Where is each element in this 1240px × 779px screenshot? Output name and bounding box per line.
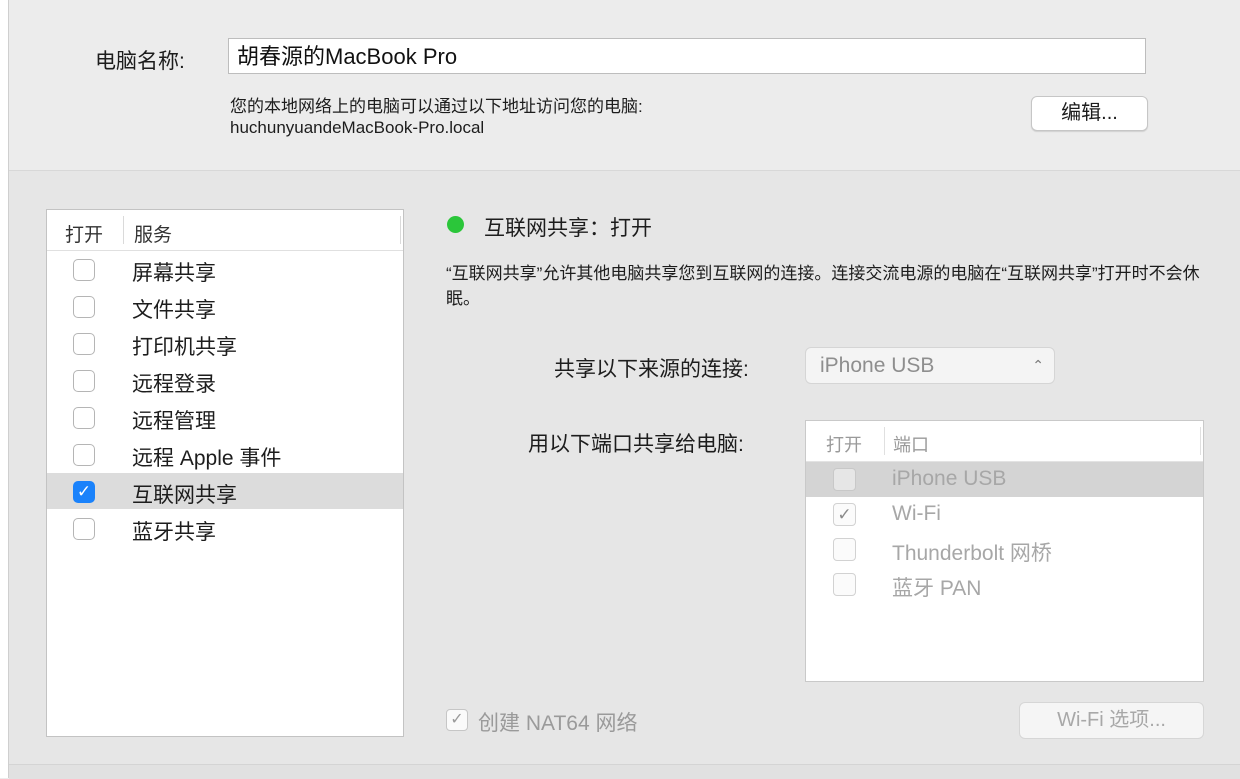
port-row[interactable]: ✓ Wi-Fi <box>806 497 1203 532</box>
port-checkbox[interactable] <box>833 573 856 596</box>
port-label: Thunderbolt 网桥 <box>892 542 1052 565</box>
header-on: 打开 <box>65 225 104 246</box>
column-separator <box>400 216 401 244</box>
share-source-select[interactable]: iPhone USB ⌃ <box>805 347 1055 384</box>
service-row[interactable]: 蓝牙共享 <box>47 510 403 546</box>
column-separator <box>1200 427 1201 455</box>
service-row[interactable]: 远程登录 <box>47 362 403 398</box>
computer-name-label: 电脑名称: <box>95 50 185 73</box>
service-label: 远程管理 <box>132 410 216 433</box>
service-checkbox[interactable] <box>73 370 95 392</box>
port-checkbox[interactable] <box>833 468 856 491</box>
ports-header-port: 端口 <box>893 435 929 455</box>
service-label: 互联网共享 <box>132 484 237 507</box>
service-checkbox[interactable] <box>73 444 95 466</box>
port-checkbox[interactable]: ✓ <box>833 503 856 526</box>
service-checkbox[interactable] <box>73 259 95 281</box>
port-label: iPhone USB <box>892 467 1007 490</box>
column-separator <box>884 427 885 455</box>
nat64-label: 创建 NAT64 网络 <box>478 712 638 735</box>
service-description: “互联网共享”允许其他电脑共享您到互联网的连接。连接交流电源的电脑在“互联网共享… <box>446 264 1200 308</box>
service-row[interactable]: 远程 Apple 事件 <box>47 436 403 472</box>
chevron-updown-icon: ⌃ <box>1032 357 1044 373</box>
computer-name-section <box>9 0 1240 170</box>
service-checkbox[interactable] <box>73 296 95 318</box>
port-label: Wi-Fi <box>892 502 941 525</box>
window-edge <box>0 0 9 778</box>
service-label: 远程登录 <box>132 373 216 396</box>
service-row[interactable]: 打印机共享 <box>47 325 403 361</box>
local-hostname: huchunyuandeMacBook-Pro.local <box>230 118 485 137</box>
share-source-label: 共享以下来源的连接: <box>554 358 749 381</box>
computer-name-input[interactable]: 胡春源的MacBook Pro <box>228 38 1146 74</box>
service-checkbox[interactable] <box>73 518 95 540</box>
service-label: 蓝牙共享 <box>132 521 216 544</box>
column-separator <box>123 216 124 244</box>
status-indicator-dot <box>447 216 464 233</box>
service-status-title: 互联网共享：打开 <box>484 217 652 240</box>
local-address-info: 您的本地网络上的电脑可以通过以下地址访问您的电脑: <box>230 97 643 116</box>
service-checkbox[interactable] <box>73 407 95 429</box>
window-bottom-bar <box>9 764 1240 779</box>
ports-list-header: 打开 端口 <box>806 421 1203 462</box>
service-label: 远程 Apple 事件 <box>132 447 282 470</box>
nat64-checkbox[interactable]: ✓ <box>446 709 468 731</box>
service-label: 打印机共享 <box>132 336 237 359</box>
port-row[interactable]: iPhone USB <box>806 462 1203 497</box>
service-label: 屏幕共享 <box>132 262 216 285</box>
ports-list: 打开 端口 iPhone USB ✓ Wi-Fi Thunderbolt 网桥 蓝牙 P… <box>805 420 1204 682</box>
header-service: 服务 <box>134 225 173 246</box>
service-row[interactable]: 屏幕共享 <box>47 251 403 287</box>
service-row[interactable]: 文件共享 <box>47 288 403 324</box>
port-checkbox[interactable] <box>833 538 856 561</box>
service-checkbox[interactable] <box>73 333 95 355</box>
port-row[interactable]: 蓝牙 PAN <box>806 567 1203 602</box>
ports-label: 用以下端口共享给电脑: <box>528 433 744 456</box>
ports-header-on: 打开 <box>826 435 862 455</box>
wifi-options-button[interactable]: Wi-Fi 选项... <box>1019 702 1204 739</box>
service-list: 打开 服务 屏幕共享文件共享打印机共享远程登录远程管理远程 Apple 事件 ✓ 互… <box>46 209 404 737</box>
port-row[interactable]: Thunderbolt 网桥 <box>806 532 1203 567</box>
service-label: 文件共享 <box>132 299 216 322</box>
service-row[interactable]: ✓ 互联网共享 <box>47 473 403 509</box>
port-label: 蓝牙 PAN <box>892 577 982 600</box>
edit-button[interactable]: 编辑... <box>1031 96 1148 131</box>
share-source-value: iPhone USB <box>820 354 935 377</box>
service-list-header: 打开 服务 <box>47 210 403 251</box>
service-row[interactable]: 远程管理 <box>47 399 403 435</box>
service-checkbox[interactable]: ✓ <box>73 481 95 503</box>
